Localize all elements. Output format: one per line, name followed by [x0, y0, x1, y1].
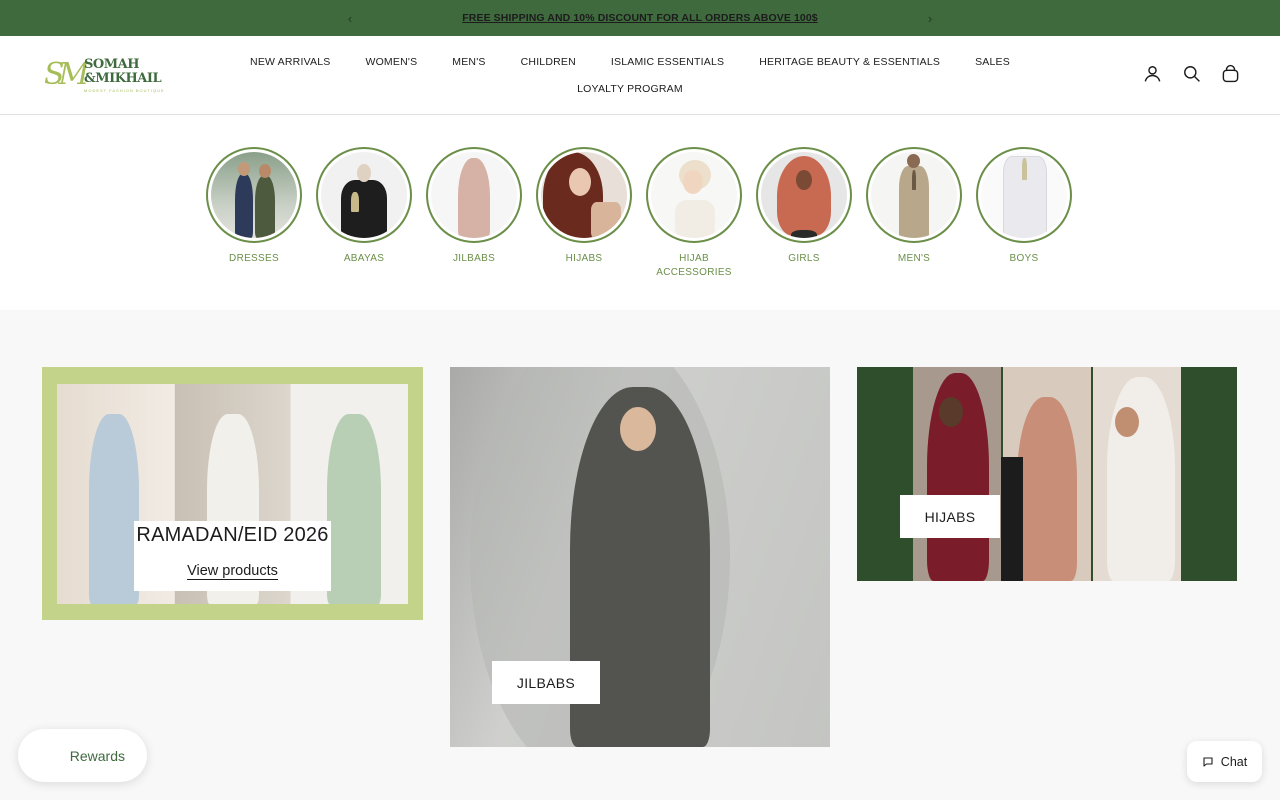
chevron-right-icon: › — [927, 10, 933, 26]
category-ring — [976, 147, 1072, 243]
account-icon[interactable] — [1143, 64, 1162, 83]
logo-name-line1: SOMAH — [84, 57, 139, 72]
nav-item-islamic-essentials[interactable]: ISLAMIC ESSENTIALS — [593, 54, 741, 70]
category-image-boys — [981, 152, 1067, 238]
category-boys[interactable]: BOYS — [976, 147, 1072, 266]
nav-item-loyalty-program[interactable]: LOYALTY PROGRAM — [560, 81, 701, 97]
category-label: MEN'S — [897, 253, 931, 264]
logo-wordmark: SOMAH &MIKHAIL — [84, 57, 162, 86]
category-ring — [426, 147, 522, 243]
site-header: SM SOMAH &MIKHAIL MODEST FASHION BOUTIQU… — [0, 36, 1280, 115]
nav-item-womens[interactable]: WOMEN'S — [348, 54, 435, 70]
collection-card-hijabs[interactable]: HIJABS — [857, 367, 1237, 581]
hijabs-image-middle — [1001, 367, 1091, 581]
logo-monogram: SM — [44, 57, 89, 92]
category-mens[interactable]: MEN'S — [866, 147, 962, 266]
category-ring — [866, 147, 962, 243]
category-label: BOYS — [1009, 253, 1039, 264]
category-hijab-accessories[interactable]: HIJAB ACCESSORIES — [646, 147, 742, 280]
category-label: GIRLS — [788, 253, 820, 264]
nav-item-new-arrivals[interactable]: NEW ARRIVALS — [233, 54, 348, 70]
ramadan-title: RAMADAN/EID 2026 — [136, 524, 329, 546]
hijabs-button[interactable]: HIJABS — [900, 495, 1000, 538]
category-label: JILBABS — [452, 253, 496, 264]
collection-card-jilbabs[interactable]: JILBABS — [450, 367, 830, 747]
main-nav: NEW ARRIVALS WOMEN'S MEN'S CHILDREN ISLA… — [230, 54, 1030, 97]
chat-bubble-icon — [1203, 756, 1213, 767]
category-label: HIJAB ACCESSORIES — [656, 253, 732, 278]
search-icon[interactable] — [1182, 64, 1201, 83]
jilbabs-button[interactable]: JILBABS — [492, 661, 600, 704]
logo-name-line2: &MIKHAIL — [84, 71, 162, 86]
category-abayas[interactable]: ABAYAS — [316, 147, 412, 266]
collection-image-hijabs — [913, 367, 1001, 581]
logo-tagline: MODEST FASHION BOUTIQUE — [84, 88, 165, 93]
category-hijabs[interactable]: HIJABS — [536, 147, 632, 266]
announcement-link[interactable]: FREE SHIPPING AND 10% DISCOUNT FOR ALL O… — [462, 12, 817, 24]
hijabs-image-right — [1093, 367, 1181, 581]
category-ring — [316, 147, 412, 243]
rewards-label: Rewards — [69, 747, 125, 764]
category-image-abayas — [321, 152, 407, 238]
category-ring — [536, 147, 632, 243]
cart-icon[interactable] — [1221, 64, 1240, 83]
chevron-left-icon: ‹ — [347, 10, 353, 26]
rewards-launcher[interactable]: Rewards — [18, 729, 147, 782]
chat-launcher[interactable]: Chat — [1187, 741, 1262, 782]
category-image-jilbabs — [431, 152, 517, 238]
collections-section: RAMADAN/EID 2026 View products JILBABS H… — [0, 310, 1280, 800]
collection-card-ramadan[interactable]: RAMADAN/EID 2026 View products — [42, 367, 423, 620]
category-image-hijab-accessories — [651, 152, 737, 238]
nav-item-mens[interactable]: MEN'S — [435, 54, 503, 70]
category-image-dresses — [211, 152, 297, 238]
nav-item-children[interactable]: CHILDREN — [503, 54, 593, 70]
main-nav-row-2: LOYALTY PROGRAM — [230, 81, 1030, 97]
category-image-mens — [871, 152, 957, 238]
category-dresses[interactable]: DRESSES — [206, 147, 302, 266]
main-nav-row-1: NEW ARRIVALS WOMEN'S MEN'S CHILDREN ISLA… — [230, 54, 1030, 70]
category-label: ABAYAS — [343, 253, 385, 264]
announcement-bar: ‹ FREE SHIPPING AND 10% DISCOUNT FOR ALL… — [0, 0, 1280, 36]
view-products-link[interactable]: View products — [187, 564, 278, 580]
announcement-next-button[interactable]: › — [920, 0, 940, 36]
category-jilbabs[interactable]: JILBABS — [426, 147, 522, 266]
nav-item-heritage-beauty[interactable]: HERITAGE BEAUTY & ESSENTIALS — [742, 54, 958, 70]
category-strip: DRESSES ABAYAS JILBABS HIJABS HIJAB ACCE… — [0, 115, 1280, 310]
category-girls[interactable]: GIRLS — [756, 147, 852, 266]
category-label: HIJABS — [565, 253, 603, 264]
category-ring — [206, 147, 302, 243]
nav-item-sales[interactable]: SALES — [958, 54, 1028, 70]
category-ring — [756, 147, 852, 243]
header-actions — [1143, 64, 1240, 83]
announcement-prev-button[interactable]: ‹ — [340, 0, 360, 36]
brand-logo[interactable]: SM SOMAH &MIKHAIL MODEST FASHION BOUTIQU… — [44, 56, 169, 96]
category-ring — [646, 147, 742, 243]
ramadan-caption: RAMADAN/EID 2026 View products — [134, 521, 331, 591]
category-image-girls — [761, 152, 847, 238]
category-image-hijabs — [541, 152, 627, 238]
chat-label: Chat — [1220, 754, 1248, 769]
category-label: DRESSES — [229, 253, 279, 264]
